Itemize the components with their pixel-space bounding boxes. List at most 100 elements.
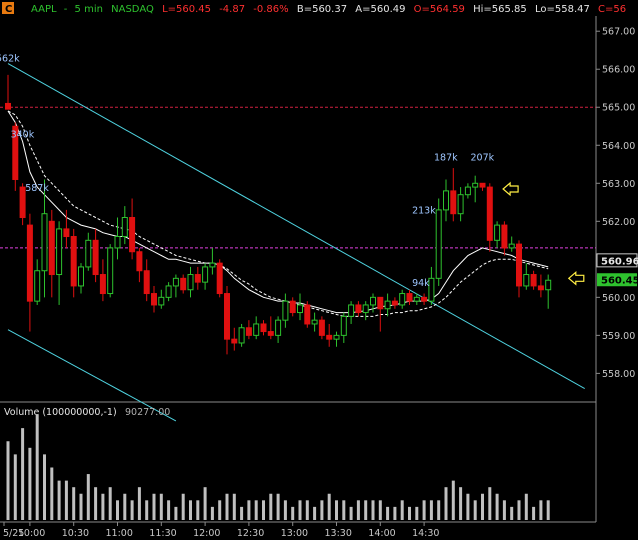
header-last: L=560.45 (162, 4, 211, 15)
volume-bar (13, 454, 17, 520)
volume-bar (225, 493, 229, 520)
volume-bar (137, 487, 141, 520)
time-tick-label: 14:30 (412, 528, 439, 539)
candle-body-up (362, 304, 369, 314)
candle-body-up (435, 209, 442, 279)
volume-bar (291, 506, 295, 520)
symbol-badge-label: C (5, 4, 12, 15)
candle-body-up (187, 274, 194, 291)
candle-body-up (85, 239, 92, 268)
candle-body-up (158, 296, 165, 306)
candle-body-up (370, 296, 376, 306)
candle-body-down (391, 300, 398, 306)
price-tick-label: 565.00 (602, 103, 635, 114)
volume-bar (108, 487, 112, 520)
volume-bar (459, 487, 463, 520)
volume-title: Volume (100000000,-1) (4, 407, 117, 418)
candle-body-up (282, 300, 289, 321)
header-high: Hi=565.85 (473, 4, 527, 15)
volume-bar (524, 493, 528, 520)
candle-body-down (267, 331, 274, 336)
price-tick-label: 566.00 (602, 65, 635, 76)
volume-bar (43, 454, 46, 520)
volume-bar (232, 493, 236, 520)
volume-bar (481, 493, 484, 520)
candle-body-up (494, 224, 501, 241)
candle-body-up (297, 304, 303, 314)
time-tick-label: 10:30 (62, 528, 89, 539)
volume-bar (130, 500, 134, 520)
candle-body-up (384, 300, 391, 310)
candle-body-down (92, 239, 99, 276)
candle-body-up (41, 213, 48, 272)
time-tick-label: 13:00 (281, 528, 308, 539)
header-bid: B=560.37 (297, 4, 347, 15)
time-tick-label: 12:00 (193, 528, 220, 539)
volume-bar (466, 493, 470, 520)
volume-bar (196, 500, 200, 520)
volume-bar (181, 493, 185, 520)
candle-body-down (151, 293, 157, 306)
volume-bar (64, 480, 68, 520)
candle-body-down (326, 334, 333, 340)
candle-body-up (34, 270, 41, 302)
candle-body-up (56, 228, 63, 276)
candle-body-down (5, 102, 11, 110)
volume-bar (546, 500, 550, 520)
candle-body-down (99, 274, 106, 295)
volume-bar (400, 500, 404, 520)
candle-body-up (399, 293, 406, 306)
header-low: Lo=558.47 (535, 4, 590, 15)
volume-bar (240, 506, 244, 520)
volume-bar (539, 500, 543, 520)
volume-bar (283, 500, 287, 520)
time-tick-label: 10:00 (18, 528, 45, 539)
volume-bar (145, 500, 149, 520)
candle-body-down (129, 217, 136, 253)
candle-body-down (70, 236, 77, 287)
volume-bar (364, 500, 368, 520)
candle-body-down (318, 319, 325, 336)
volume-bar (320, 500, 324, 520)
volume-bar (429, 500, 433, 520)
volume-annotation: 213k (412, 206, 436, 217)
volume-bar (50, 467, 54, 520)
candle-body-up (545, 279, 552, 291)
price-tick-label: 564.00 (602, 141, 635, 152)
volume-bar (502, 500, 506, 520)
candle-body-up (472, 182, 479, 188)
candle (238, 323, 245, 347)
time-tick-label: 11:30 (149, 528, 176, 539)
header-ask: A=560.49 (355, 4, 405, 15)
quote-header: AAPL - 5 min NASDAQ L=560.45 -4.87 -0.86… (31, 4, 626, 15)
volume-bar (488, 487, 492, 520)
candle-body-down (479, 182, 486, 188)
candle-body-up (114, 236, 121, 249)
candle (107, 244, 114, 298)
volume-bar (327, 493, 331, 520)
candle-body-down (216, 262, 223, 295)
volume-bar (6, 441, 10, 520)
candle-body-down (26, 224, 33, 302)
volume-bar (28, 447, 32, 520)
volume-bar (451, 480, 455, 520)
candle-body-down (421, 296, 428, 302)
volume-annotation: 562k (0, 54, 20, 65)
candlestick-chart: 562k 340k 587k 94k 213k 187k 207k 567.00 566.00… (0, 0, 638, 540)
time-tick-label: 12:30 (237, 528, 264, 539)
candle-body-up (165, 285, 172, 298)
volume-bar (415, 506, 419, 520)
volume-bar (203, 487, 207, 520)
volume-bar (349, 506, 353, 520)
volume-bar (269, 493, 273, 520)
volume-bar (510, 506, 514, 520)
candle-body-up (508, 243, 515, 249)
candle-body-up (238, 327, 245, 344)
time-tick-label: 14:00 (368, 528, 395, 539)
candle (435, 198, 442, 286)
candle (304, 301, 311, 328)
candle-body-down (136, 251, 143, 272)
volume-bar (378, 500, 382, 520)
volume-bar (247, 500, 251, 520)
volume-bar (86, 474, 90, 520)
